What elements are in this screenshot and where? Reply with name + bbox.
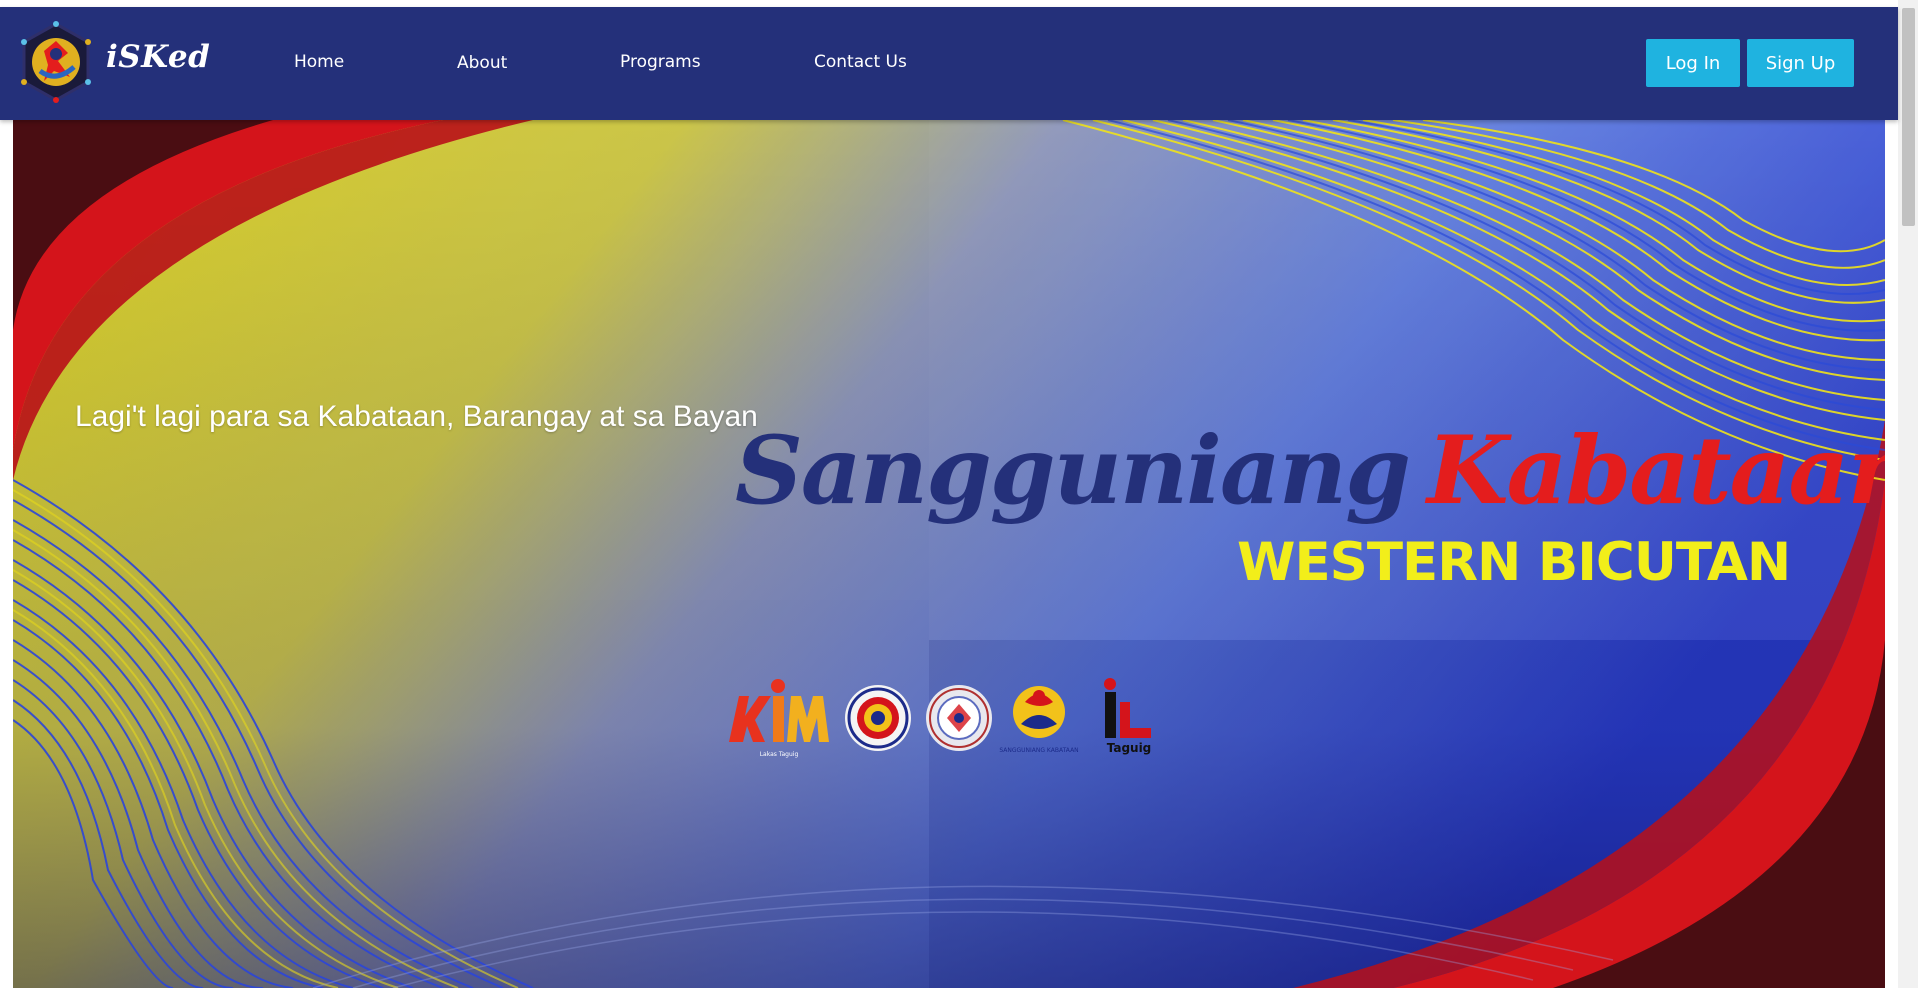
hero-title: Sangguniang Kabataan bbox=[735, 416, 1885, 526]
hero-banner: Lagi't lagi para sa Kabataan, Barangay a… bbox=[13, 120, 1885, 988]
sk-logo: SANGGUNIANG KABATAAN bbox=[999, 686, 1079, 754]
sk-logo-text: SANGGUNIANG KABATAAN bbox=[999, 747, 1078, 754]
nav-programs[interactable]: Programs bbox=[620, 52, 701, 72]
site-logo-icon bbox=[21, 21, 91, 103]
lakas-taguig-text: Lakas Taguig bbox=[760, 751, 799, 758]
login-button[interactable]: Log In bbox=[1646, 39, 1740, 87]
taguig-logo-text: Taguig bbox=[1107, 741, 1152, 755]
navbar: iSKed Home About Programs Contact Us Log… bbox=[0, 7, 1898, 120]
top-strip bbox=[0, 0, 1898, 7]
nav-contact-us[interactable]: Contact Us bbox=[814, 52, 907, 72]
taguig-logo: Taguig bbox=[1104, 678, 1151, 755]
hero-title-kabataan: Kabataan bbox=[1426, 416, 1885, 526]
signup-button[interactable]: Sign Up bbox=[1747, 39, 1854, 87]
hero-tagline: Lagi't lagi para sa Kabataan, Barangay a… bbox=[75, 400, 758, 433]
nav-home[interactable]: Home bbox=[294, 52, 344, 72]
barangay-seal-logo bbox=[845, 685, 911, 751]
site-logo[interactable] bbox=[18, 21, 94, 103]
partner-logos: Lakas Taguig SANGGUNIANG KABATAAN Taguig bbox=[725, 672, 1165, 768]
hero-subtitle: WESTERN BICUTAN bbox=[1237, 532, 1791, 593]
scrollbar-thumb[interactable] bbox=[1902, 8, 1915, 226]
lakas-taguig-logo: Lakas Taguig bbox=[729, 679, 829, 758]
hero-title-sangguniang: Sangguniang bbox=[735, 416, 1411, 526]
brand-name[interactable]: iSKed bbox=[106, 39, 210, 75]
nav-about[interactable]: About bbox=[457, 53, 507, 73]
city-seal-logo bbox=[926, 685, 992, 751]
